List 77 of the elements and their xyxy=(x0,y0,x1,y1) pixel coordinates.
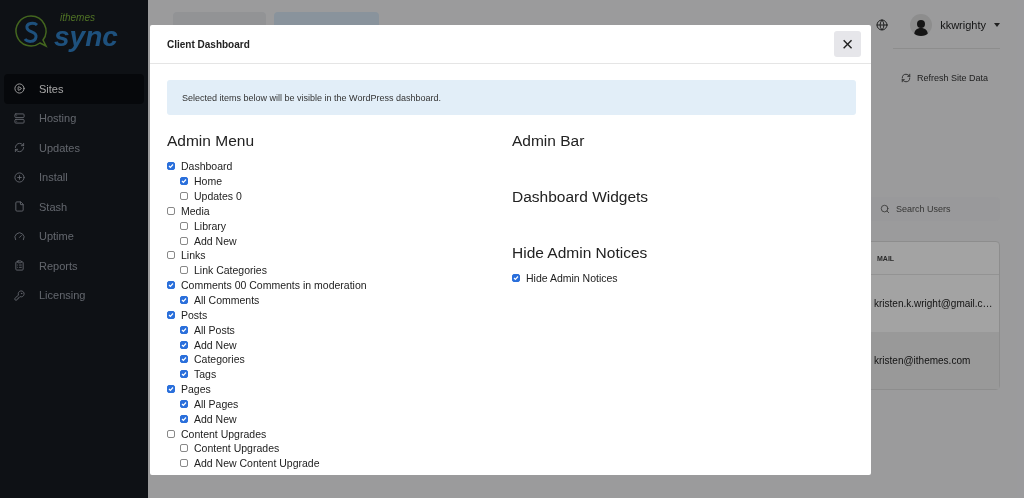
file-icon xyxy=(14,201,25,213)
checkbox[interactable] xyxy=(180,296,188,304)
checkbox-label: Links xyxy=(181,249,206,262)
globe-icon[interactable] xyxy=(876,19,889,31)
checkbox[interactable] xyxy=(180,177,188,186)
key-icon xyxy=(14,289,25,301)
checkbox-label: Updates 0 xyxy=(194,190,242,203)
section-heading: Dashboard Widgets xyxy=(512,186,650,207)
checkbox[interactable] xyxy=(167,206,175,215)
modal-title: Client Dashboard xyxy=(167,38,250,50)
sidebar-item[interactable]: Licensing xyxy=(4,280,144,310)
checkbox[interactable] xyxy=(167,162,175,171)
refresh-button[interactable]: Refresh Site Data xyxy=(900,73,988,83)
checkbox[interactable] xyxy=(180,444,188,453)
checkbox-label: Comments 00 Comments in moderation xyxy=(181,279,367,292)
checkbox[interactable] xyxy=(180,355,188,364)
checkbox[interactable] xyxy=(180,414,188,423)
close-button[interactable]: × xyxy=(834,31,861,57)
checkbox-label: Library xyxy=(194,219,227,232)
checkbox-label: Content Upgrades xyxy=(194,442,280,455)
checkbox-label: All Posts xyxy=(194,323,235,336)
checkbox-label: Posts xyxy=(181,308,208,321)
checkbox[interactable] xyxy=(167,251,175,260)
checkbox-label: Add New xyxy=(194,234,237,247)
server-icon xyxy=(14,112,25,124)
checkbox-label: Categories xyxy=(194,353,245,366)
checkbox[interactable] xyxy=(180,325,188,334)
checkbox-label: Add New Content Upgrade xyxy=(194,457,320,470)
checkbox-label: All Pages xyxy=(194,397,239,410)
checkbox[interactable] xyxy=(180,370,188,379)
info-notice: Selected items below will be visible in the WordPress dashboard. xyxy=(167,80,856,115)
checkbox-label: Link Categories xyxy=(194,264,267,277)
section-heading: Admin Bar xyxy=(512,130,586,151)
sidebar-item[interactable]: Reports xyxy=(4,251,144,281)
gauge-icon xyxy=(14,230,25,242)
logo-text: ithemes xyxy=(60,13,96,23)
checkbox-label: Pages xyxy=(181,383,211,396)
checkbox-label: Home xyxy=(194,175,222,188)
checkbox[interactable] xyxy=(167,429,175,438)
sidebar-item[interactable]: Sites xyxy=(4,74,144,104)
checkbox-label: Add New xyxy=(194,412,237,425)
sidebar-item[interactable]: Uptime xyxy=(4,221,144,251)
checkbox[interactable] xyxy=(180,340,188,349)
checkbox-label: Media xyxy=(181,204,210,217)
clipboard-icon xyxy=(14,260,25,272)
play-icon xyxy=(14,83,25,95)
checkbox[interactable] xyxy=(180,192,188,201)
user-name[interactable]: kkwrighty xyxy=(940,19,986,31)
checkbox[interactable] xyxy=(167,281,175,290)
logo-text: sync xyxy=(54,23,118,51)
sidebar-item[interactable]: Hosting xyxy=(4,103,144,133)
checkbox[interactable] xyxy=(180,221,188,230)
checkbox[interactable] xyxy=(512,274,520,283)
checkbox-label: All Comments xyxy=(194,294,260,306)
checkbox[interactable] xyxy=(180,266,188,275)
caret-icon[interactable] xyxy=(994,23,1000,27)
checkbox-label: Content Upgrades xyxy=(181,427,267,440)
checkbox[interactable] xyxy=(180,236,188,245)
checkbox-label: Add New xyxy=(194,338,237,351)
plus-icon xyxy=(14,171,25,183)
refresh-icon xyxy=(900,73,911,83)
refresh-icon xyxy=(14,142,25,154)
checkbox-label: Tags xyxy=(194,368,217,381)
checkbox-label: Dashboard xyxy=(181,160,233,173)
avatar-icon[interactable] xyxy=(910,14,933,36)
sidebar-item[interactable]: Updates xyxy=(4,133,144,163)
checkbox-label: Hide Admin Notices xyxy=(526,272,618,285)
logo-icon xyxy=(12,13,50,51)
checkbox[interactable] xyxy=(180,459,188,468)
checkbox[interactable] xyxy=(180,399,188,408)
search-icon xyxy=(880,204,890,214)
section-heading: Hide Admin Notices xyxy=(512,242,649,263)
checkbox[interactable] xyxy=(167,385,175,394)
checkbox[interactable] xyxy=(167,310,175,319)
sidebar-item[interactable]: Install xyxy=(4,162,144,192)
section-heading: Admin Menu xyxy=(167,130,255,151)
sidebar-item[interactable]: Stash xyxy=(4,192,144,222)
